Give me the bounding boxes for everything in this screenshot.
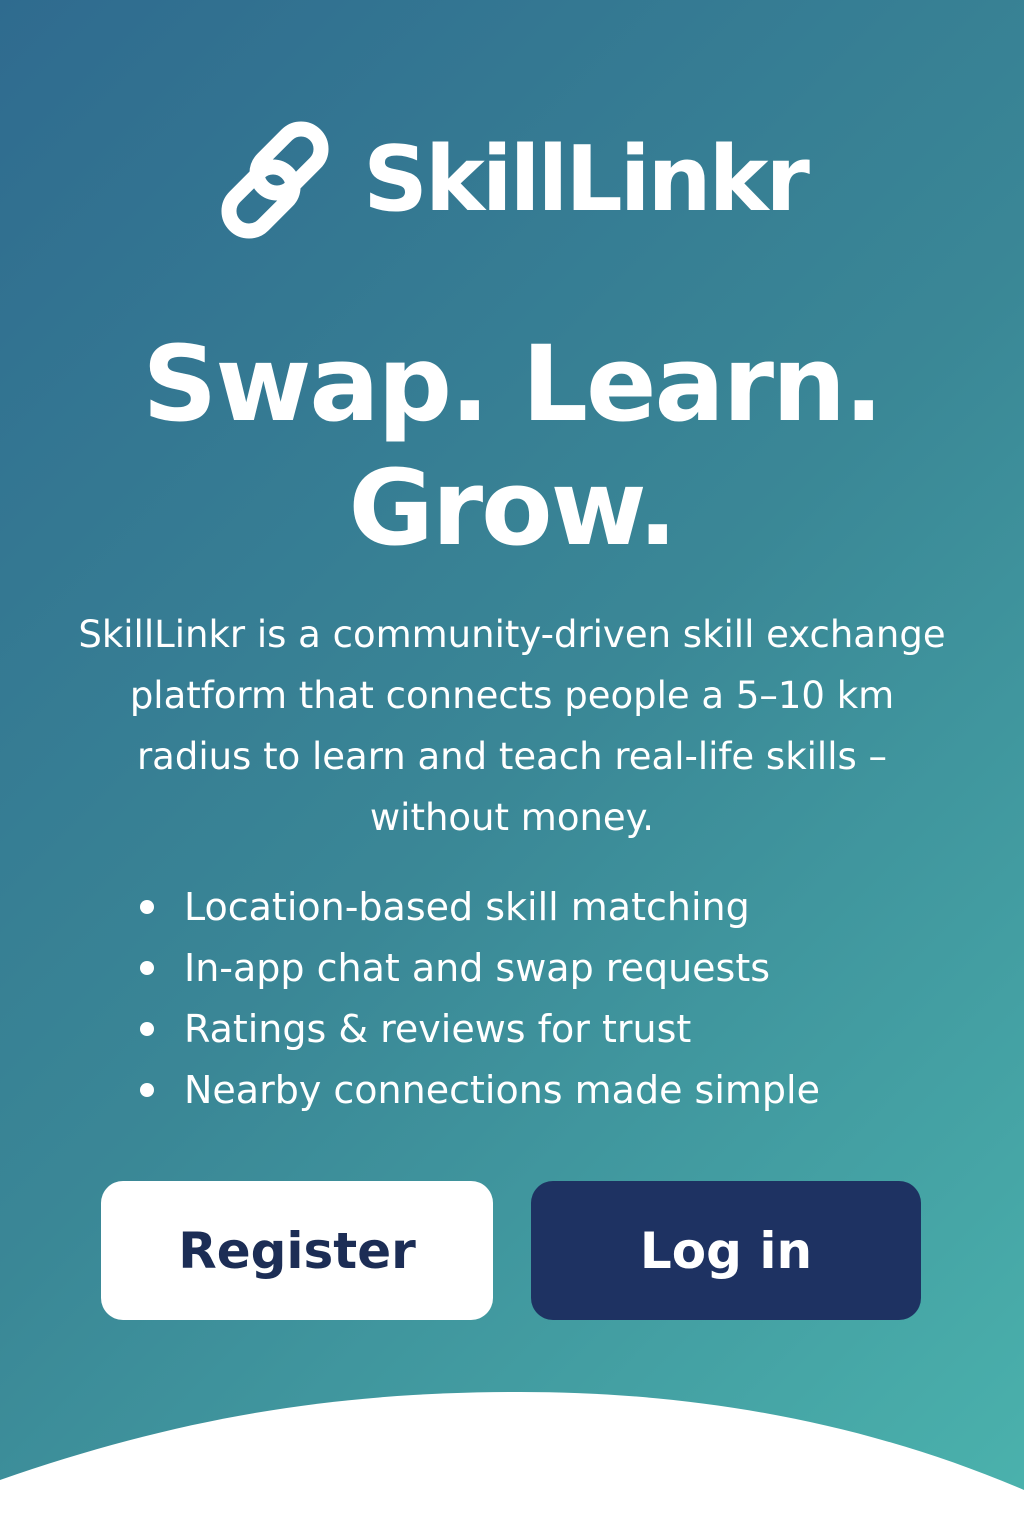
brand-header: SkillLinkr [0, 118, 1024, 242]
headline-line-1: Swap. Learn. [142, 323, 883, 445]
register-button[interactable]: Register [101, 1181, 493, 1320]
bullet-icon [140, 1021, 154, 1036]
feature-text: Ratings & reviews for trust [184, 1006, 692, 1051]
list-item: In-app chat and swap requests [140, 937, 960, 998]
feature-text: Location-based skill matching [184, 884, 750, 929]
list-item: Location-based skill matching [140, 876, 960, 937]
bullet-icon [140, 1082, 154, 1097]
description: SkillLinkr is a community-driven skill e… [78, 613, 946, 839]
landing-page: SkillLinkr Swap. Learn. Grow. SkillLinkr… [0, 0, 1024, 1536]
feature-text: In-app chat and swap requests [184, 945, 771, 990]
brand-name: SkillLinkr [363, 127, 810, 232]
link-chain-icon [221, 121, 329, 239]
bullet-icon [140, 899, 154, 914]
headline-line-2: Grow. [348, 447, 677, 569]
list-item: Ratings & reviews for trust [140, 998, 960, 1059]
bullet-icon [140, 960, 154, 975]
list-item: Nearby connections made simple [140, 1059, 960, 1120]
feature-list: Location-based skill matching In-app cha… [140, 876, 960, 1120]
feature-text: Nearby connections made simple [184, 1067, 820, 1112]
login-button[interactable]: Log in [531, 1181, 921, 1320]
bottom-wave-decoration [0, 1392, 1024, 1536]
headline: Swap. Learn. Grow. [0, 322, 1024, 570]
